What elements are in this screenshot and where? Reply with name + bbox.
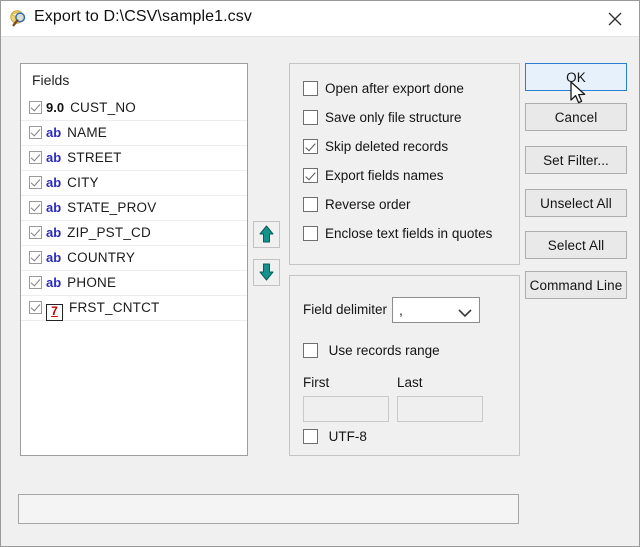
- export-options-group: Open after export done Save only file str…: [289, 63, 520, 265]
- field-type-text-icon: ab: [46, 225, 62, 240]
- utf8-row[interactable]: UTF-8: [303, 429, 367, 444]
- field-type-text-icon: ab: [46, 150, 62, 165]
- option-label: Skip deleted records: [325, 139, 449, 154]
- option-row[interactable]: Save only file structure: [303, 110, 462, 125]
- option-label: Open after export done: [325, 81, 464, 96]
- use-records-range-row[interactable]: Use records range: [303, 343, 440, 358]
- option-checkbox[interactable]: [303, 110, 318, 125]
- field-type-text-icon: ab: [46, 275, 62, 290]
- option-label: Save only file structure: [325, 110, 462, 125]
- field-checkbox[interactable]: [29, 201, 42, 214]
- move-down-button[interactable]: [253, 259, 280, 286]
- field-name: STREET: [67, 150, 122, 165]
- field-checkbox[interactable]: [29, 151, 42, 164]
- field-row[interactable]: 7 FRST_CNTCT: [21, 296, 247, 321]
- field-checkbox[interactable]: [29, 176, 42, 189]
- field-name: PHONE: [67, 275, 117, 290]
- field-checkbox[interactable]: [29, 101, 42, 114]
- option-label: Reverse order: [325, 197, 411, 212]
- option-label: Enclose text fields in quotes: [325, 226, 493, 241]
- option-row[interactable]: Open after export done: [303, 81, 464, 96]
- field-row[interactable]: ab COUNTRY: [21, 246, 247, 271]
- field-checkbox[interactable]: [29, 251, 42, 264]
- cancel-button[interactable]: Cancel: [525, 103, 627, 131]
- option-row[interactable]: Export fields names: [303, 168, 444, 183]
- title-bar: Export to D:\CSV\sample1.csv: [1, 1, 639, 37]
- field-delimiter-label: Field delimiter: [303, 302, 388, 317]
- field-type-text-icon: ab: [46, 175, 62, 190]
- last-record-input[interactable]: [397, 396, 483, 422]
- set-filter-button[interactable]: Set Filter...: [525, 146, 627, 174]
- export-dialog: Export to D:\CSV\sample1.csv Fields 9.0 C…: [0, 0, 640, 547]
- ok-button[interactable]: OK: [525, 63, 627, 91]
- field-checkbox[interactable]: [29, 301, 42, 314]
- field-delimiter-select[interactable]: ,: [392, 297, 480, 323]
- field-row[interactable]: ab CITY: [21, 171, 247, 196]
- utf8-checkbox[interactable]: [303, 429, 318, 444]
- field-name: ZIP_PST_CD: [67, 225, 151, 240]
- field-type-text-icon: ab: [46, 250, 62, 265]
- option-label: Export fields names: [325, 168, 444, 183]
- utf8-label: UTF-8: [328, 429, 367, 444]
- field-name: COUNTRY: [67, 250, 136, 265]
- field-type-text-icon: ab: [46, 125, 62, 140]
- field-name: STATE_PROV: [67, 200, 157, 215]
- last-label: Last: [397, 375, 423, 390]
- fields-caption: Fields: [32, 72, 70, 88]
- unselect-all-button[interactable]: Unselect All: [525, 189, 627, 217]
- field-row[interactable]: ab ZIP_PST_CD: [21, 221, 247, 246]
- field-type-date-icon: 7: [46, 304, 63, 321]
- delimiter-group: Field delimiter , Use records range Firs…: [289, 275, 520, 456]
- fields-list-box[interactable]: Fields 9.0 CUST_NOab NAME ab STREET ab CITY ab S…: [20, 63, 248, 456]
- field-name: CUST_NO: [70, 100, 136, 115]
- progress-bar: [18, 494, 519, 524]
- close-icon[interactable]: [593, 1, 639, 36]
- field-row[interactable]: 9.0 CUST_NO: [21, 96, 247, 121]
- field-checkbox[interactable]: [29, 126, 42, 139]
- option-row[interactable]: Skip deleted records: [303, 139, 448, 154]
- field-name: NAME: [67, 125, 107, 140]
- field-type-numeric-icon: 9.0: [46, 100, 65, 115]
- chevron-down-icon: [458, 306, 472, 321]
- field-type-text-icon: ab: [46, 200, 62, 215]
- field-row[interactable]: ab STATE_PROV: [21, 196, 247, 221]
- first-label: First: [303, 375, 330, 390]
- first-record-input[interactable]: [303, 396, 389, 422]
- option-row[interactable]: Reverse order: [303, 197, 411, 212]
- option-checkbox[interactable]: [303, 226, 318, 241]
- option-checkbox[interactable]: [303, 139, 318, 154]
- option-row[interactable]: Enclose text fields in quotes: [303, 226, 492, 241]
- option-checkbox[interactable]: [303, 197, 318, 212]
- field-row[interactable]: ab STREET: [21, 146, 247, 171]
- option-checkbox[interactable]: [303, 81, 318, 96]
- use-records-range-checkbox[interactable]: [303, 343, 318, 358]
- field-delimiter-value: ,: [399, 302, 403, 318]
- select-all-button[interactable]: Select All: [525, 231, 627, 259]
- command-line-button[interactable]: Command Line: [525, 271, 627, 299]
- option-checkbox[interactable]: [303, 168, 318, 183]
- move-up-button[interactable]: [253, 221, 280, 248]
- field-name: CITY: [67, 175, 99, 190]
- fields-list[interactable]: 9.0 CUST_NOab NAME ab STREET ab CITY ab STATE_PR…: [21, 96, 247, 321]
- field-name: FRST_CNTCT: [69, 300, 160, 315]
- use-records-range-label: Use records range: [328, 343, 440, 358]
- field-row[interactable]: ab NAME: [21, 121, 247, 146]
- magnifier-database-icon: [9, 9, 29, 29]
- window-title: Export to D:\CSV\sample1.csv: [34, 8, 252, 25]
- field-checkbox[interactable]: [29, 276, 42, 289]
- field-checkbox[interactable]: [29, 226, 42, 239]
- field-row[interactable]: ab PHONE: [21, 271, 247, 296]
